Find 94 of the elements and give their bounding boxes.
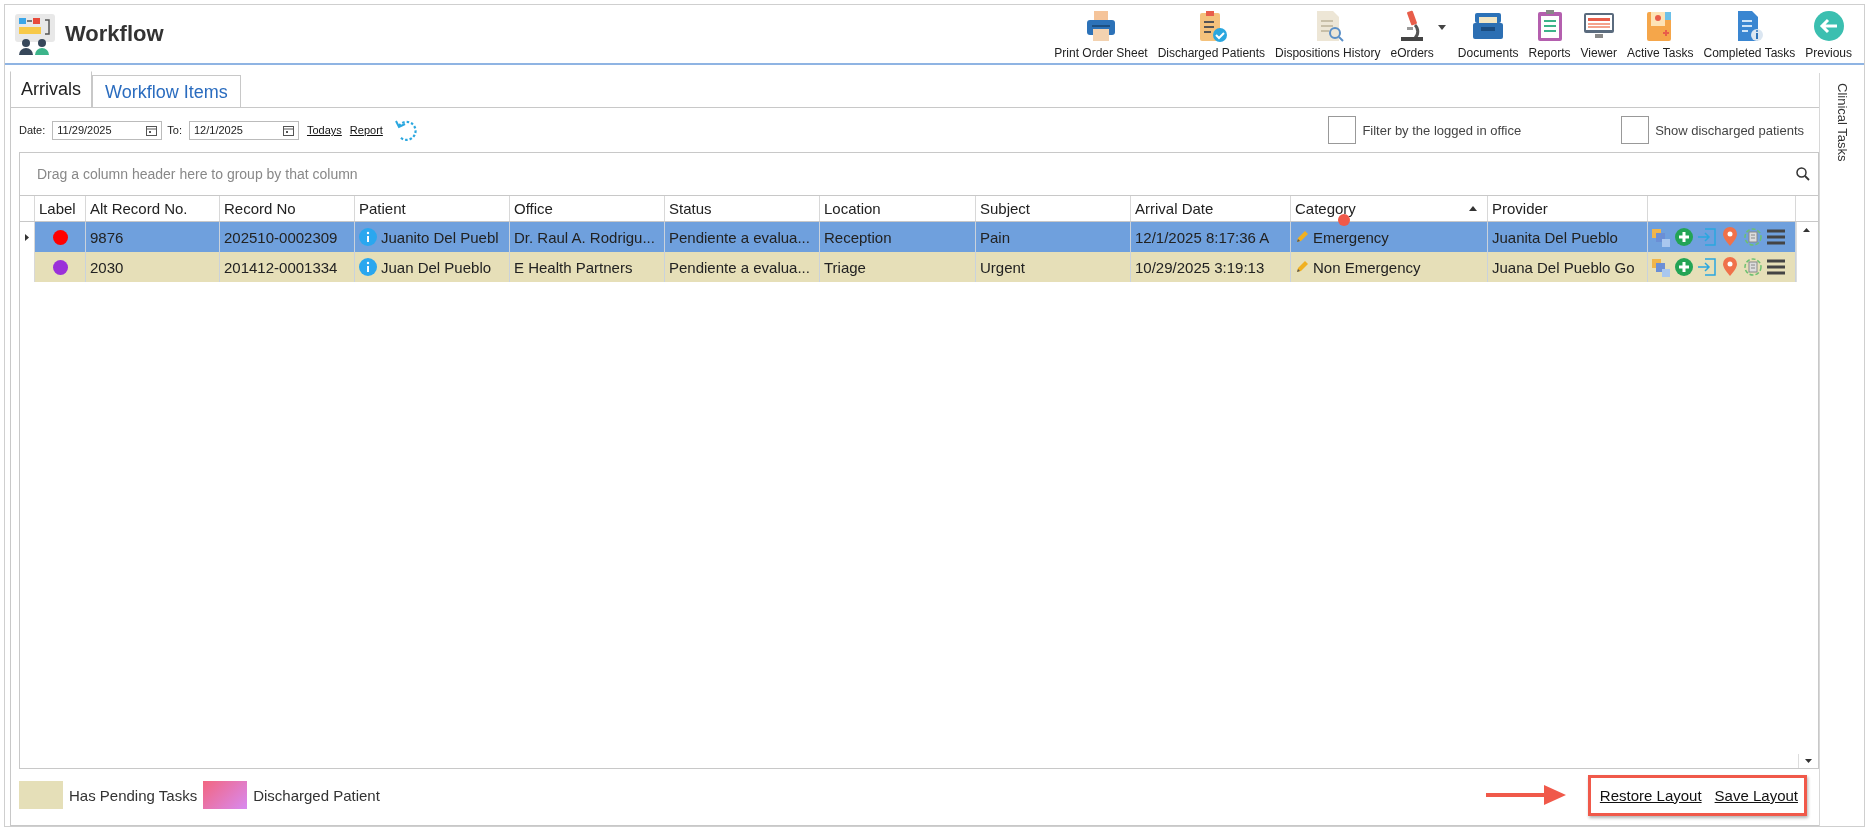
sort-ascending-icon — [1469, 206, 1477, 211]
toolbar-button[interactable]: Dispositions History — [1271, 6, 1385, 62]
group-panel[interactable]: Drag a column header here to group by that column — [20, 153, 1818, 196]
window-title: Workflow — [65, 21, 164, 47]
row-pointer-icon — [25, 233, 29, 241]
table-cell: Dr. Raul A. Rodrigu... — [510, 222, 665, 252]
checkbox[interactable] — [1328, 116, 1357, 144]
sign-in-icon — [1697, 227, 1717, 247]
location-pin-icon — [1720, 227, 1740, 247]
table-row[interactable]: 9876 202510-0002309 Juanito Del Puebl Dr. Raul A. Rodrigu... Pendiente a evalua... Reception Pain 12/1/2025 8:17:36 A Emergency Juanita Del Pueblo — [20, 222, 1818, 252]
tab[interactable]: Workflow Items — [92, 75, 241, 107]
menu-icon — [1766, 257, 1786, 277]
menu-icon — [1766, 227, 1786, 247]
scroll-down-icon — [1805, 759, 1812, 763]
toolbar-button[interactable]: Reports — [1524, 6, 1575, 62]
table-cell: Non Emergency — [1313, 258, 1421, 276]
legend-swatch — [203, 781, 248, 809]
scroll-up-icon — [1802, 228, 1810, 232]
table-cell: Juanito Del Puebl — [381, 228, 499, 246]
table-row[interactable]: 2030 201412-0001334 Juan Del Pueblo E Health Partners Pendiente a evalua... Triage Urgent 10/29/2025 3:19:13 Non Emergency Juana Del Pueblo Go — [20, 252, 1818, 282]
toolbar-button[interactable]: Completed Tasks — [1699, 6, 1800, 62]
column-header[interactable]: Subject — [976, 196, 1131, 221]
table-cell: 10/29/2025 3:19:13 — [1131, 252, 1291, 282]
table-cell: Juanita Del Pueblo — [1488, 222, 1648, 252]
toolbar-button[interactable]: Viewer — [1576, 6, 1621, 62]
column-header[interactable]: Arrival Date — [1131, 196, 1291, 221]
side-panel-tab[interactable]: Clinical Tasks — [1834, 73, 1850, 826]
printer-icon — [1084, 8, 1118, 43]
toolbar-button[interactable]: Print Order Sheet — [1050, 6, 1152, 62]
tab[interactable]: Arrivals — [10, 71, 92, 107]
plus-circle-icon — [1674, 257, 1694, 277]
legend-label: Discharged Patient — [253, 786, 380, 804]
toolbar-button[interactable]: Previous — [1801, 6, 1856, 62]
column-header[interactable]: Patient — [355, 196, 510, 221]
row-action-button[interactable] — [1765, 257, 1787, 277]
location-pin-icon — [1720, 257, 1740, 277]
table-cell: Pendiente a evalua... — [665, 252, 820, 282]
table-cell: 9876 — [86, 222, 220, 252]
cycle-note-icon — [1743, 227, 1763, 247]
cycle-note-icon — [1743, 257, 1763, 277]
calendar-icon — [283, 124, 294, 136]
date-label: Date: — [19, 124, 46, 136]
row-action-button[interactable] — [1673, 257, 1695, 277]
pencil-icon — [1295, 230, 1309, 244]
table-cell: Emergency — [1313, 228, 1389, 246]
legend-swatch — [19, 781, 63, 809]
row-action-button[interactable] — [1673, 227, 1695, 247]
info-icon — [359, 258, 377, 276]
toolbar-button[interactable]: Active Tasks — [1623, 6, 1698, 62]
table-cell: Pendiente a evalua... — [665, 222, 820, 252]
table-cell: Pain — [976, 222, 1131, 252]
link[interactable]: Report — [349, 124, 383, 136]
table-cell: E Health Partners — [510, 252, 665, 282]
to-label: To: — [167, 124, 182, 136]
plus-circle-icon — [1674, 227, 1694, 247]
legend-label: Has Pending Tasks — [69, 786, 198, 804]
column-header[interactable]: Location — [820, 196, 976, 221]
column-header[interactable]: Alt Record No. — [86, 196, 220, 221]
table-cell: Triage — [820, 252, 976, 282]
overlapping-squares-icon — [1651, 227, 1671, 247]
toolbar-button[interactable]: eOrders — [1386, 6, 1438, 62]
table-cell: Urgent — [976, 252, 1131, 282]
link[interactable]: Save Layout — [1714, 786, 1798, 804]
toolbar-button[interactable]: Documents — [1453, 6, 1523, 62]
table-cell: Reception — [820, 222, 976, 252]
column-header[interactable]: Status — [665, 196, 820, 221]
checkbox-label: Show discharged patients — [1655, 122, 1804, 138]
checkbox-label: Filter by the logged in office — [1362, 122, 1522, 138]
group-panel-hint: Drag a column header here to group by that column — [37, 166, 358, 182]
search-icon — [1796, 167, 1810, 181]
table-cell: Juana Del Pueblo Go — [1488, 252, 1648, 282]
date-field[interactable]: 12/1/2025 — [189, 120, 299, 140]
table-cell: Juan Del Pueblo — [381, 258, 492, 276]
row-action-button[interactable] — [1765, 227, 1787, 247]
dropdown-caret-icon — [1437, 24, 1446, 30]
table-cell: 201412-0001334 — [220, 252, 355, 282]
workflow-logo-icon — [13, 12, 57, 56]
table-cell: 2030 — [86, 252, 220, 282]
table-cell: 202510-0002309 — [220, 222, 355, 252]
column-header[interactable]: Provider — [1488, 196, 1648, 221]
sign-in-icon — [1697, 257, 1717, 277]
link[interactable]: Todays — [307, 124, 342, 136]
column-header[interactable]: Record No — [220, 196, 355, 221]
column-header[interactable]: Office — [510, 196, 665, 221]
checkbox[interactable] — [1621, 116, 1650, 144]
toolbar-button[interactable]: Discharged Patients — [1153, 6, 1270, 62]
info-icon — [359, 228, 377, 246]
pencil-icon — [1295, 260, 1309, 274]
table-cell: 12/1/2025 8:17:36 A — [1131, 222, 1291, 252]
link[interactable]: Restore Layout — [1599, 786, 1702, 804]
column-header[interactable]: Label — [35, 196, 86, 221]
calendar-icon — [146, 124, 158, 136]
date-field[interactable]: 11/29/2025 — [52, 120, 163, 140]
overlapping-squares-icon — [1651, 257, 1671, 277]
